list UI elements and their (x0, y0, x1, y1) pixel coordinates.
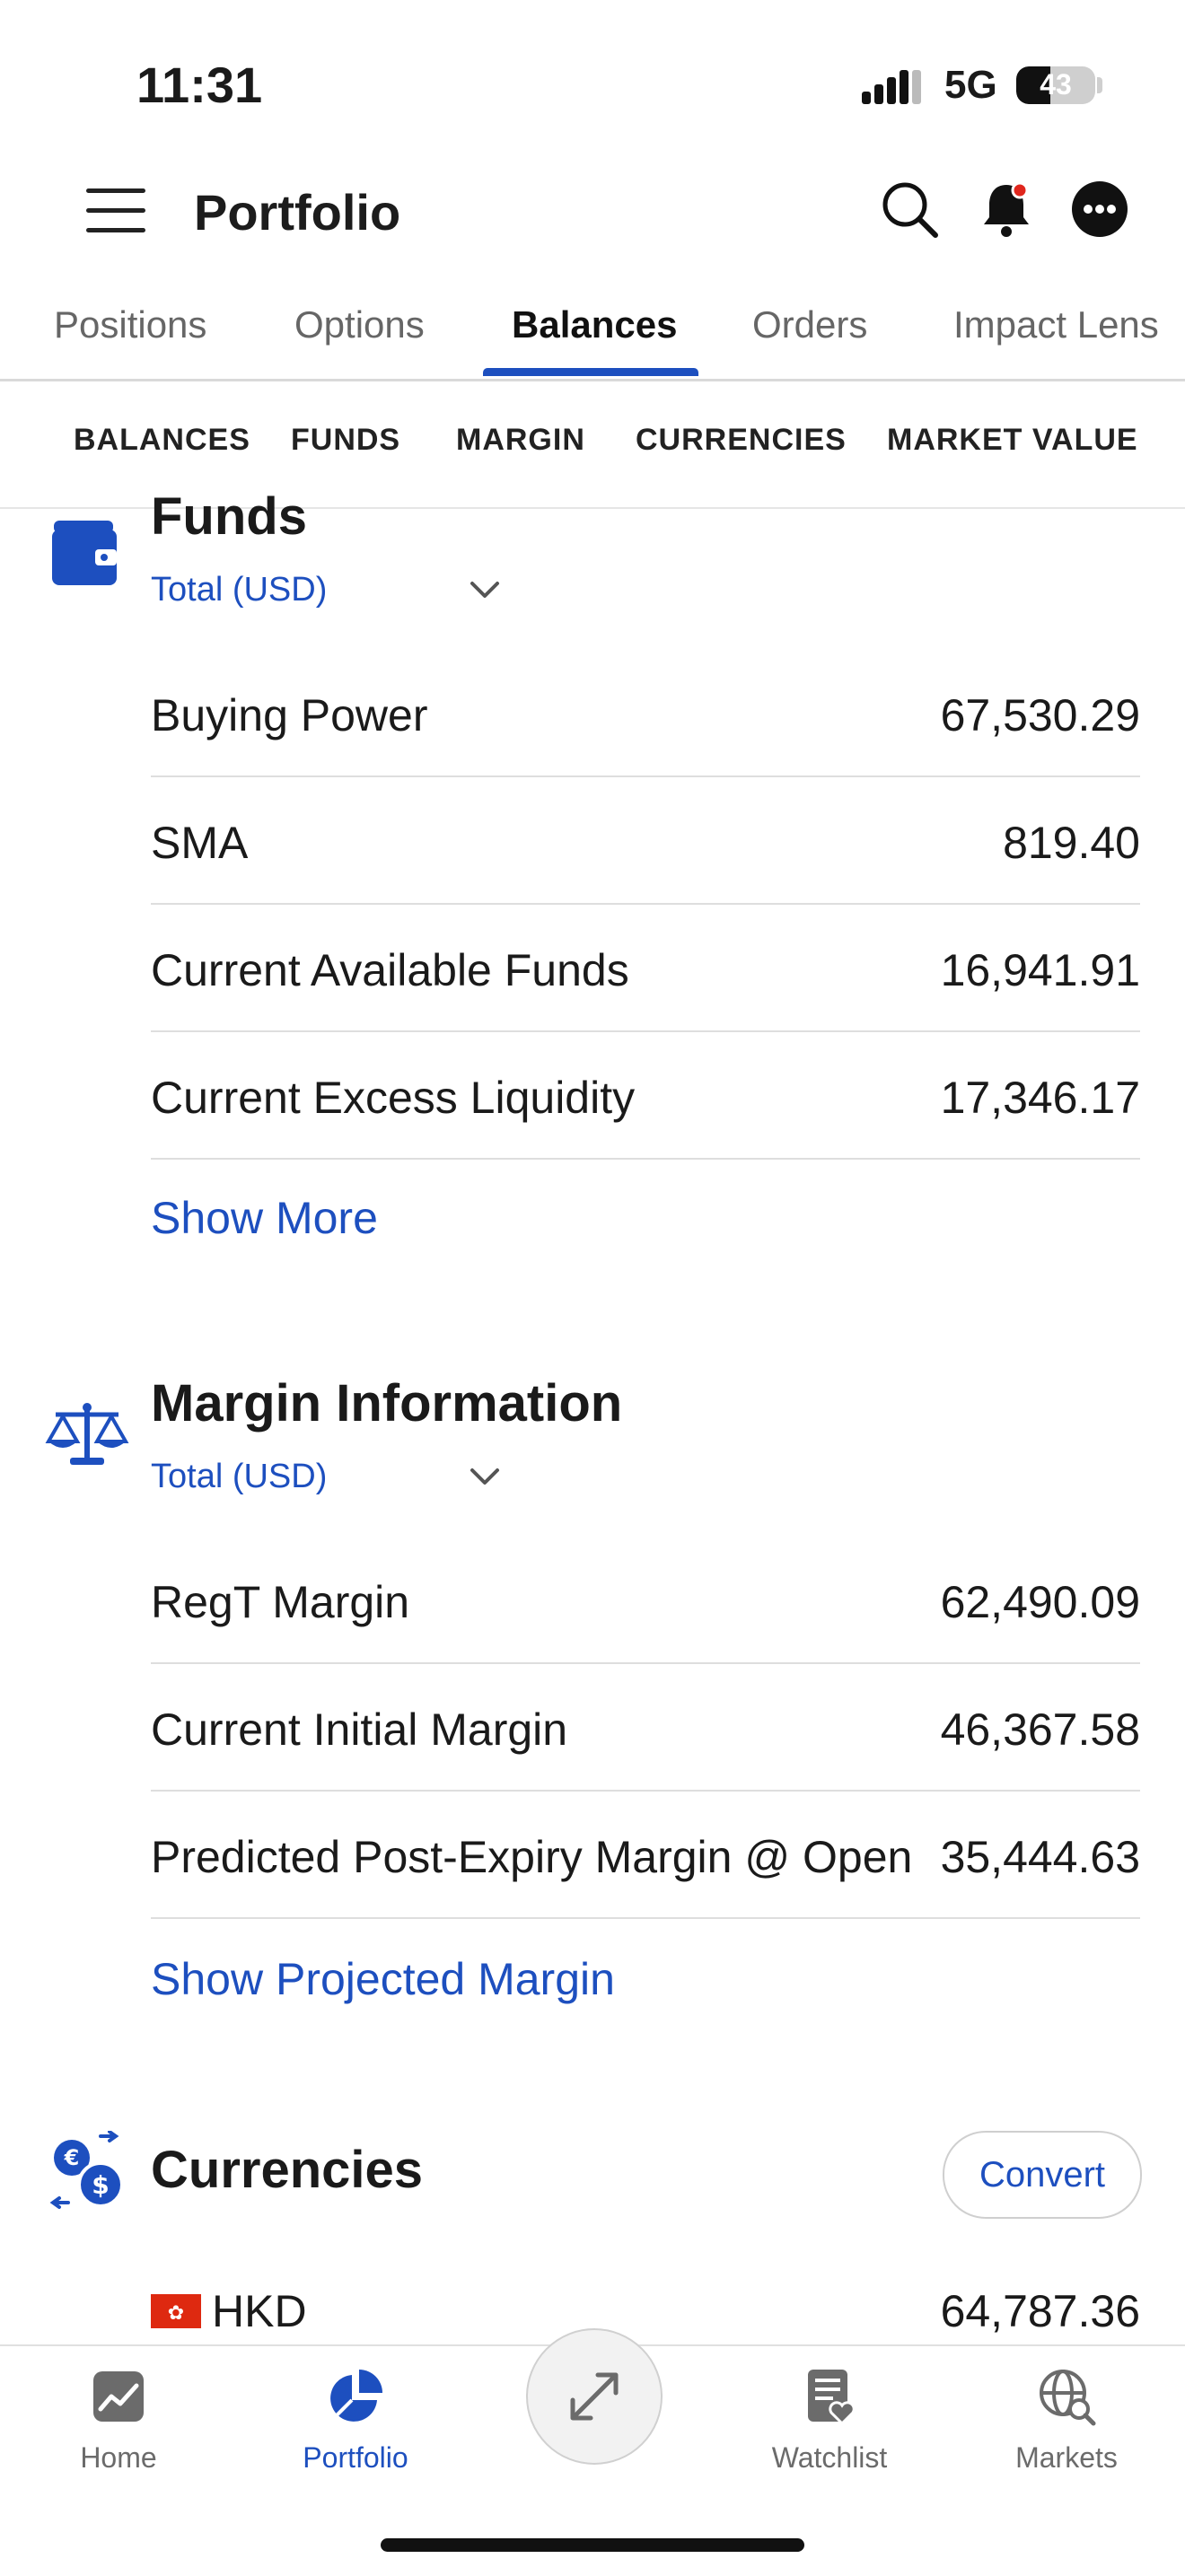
tab-options[interactable]: Options (294, 303, 425, 346)
subtabs-cover (0, 381, 1185, 507)
currency-exchange-icon: € $ (49, 2131, 124, 2209)
nav-markets[interactable]: Markets (977, 2364, 1156, 2475)
show-more-link[interactable]: Show More (151, 1192, 378, 1244)
currency-code: HKD (212, 2286, 307, 2336)
funds-row: Current Available Funds 16,941.91 (151, 903, 1140, 1032)
scale-balance-icon (45, 1403, 129, 1465)
nav-home-label: Home (80, 2441, 157, 2474)
row-value: 62,490.09 (940, 1577, 1140, 1627)
margin-currency-selector[interactable]: Total (USD) (151, 1458, 327, 1496)
portfolio-tabs: Positions Options Balances Orders Impact… (0, 296, 1185, 381)
row-value: 35,444.63 (940, 1832, 1140, 1882)
globe-search-icon (1040, 2370, 1096, 2426)
funds-row: Buying Power 67,530.29 (151, 648, 1140, 777)
tab-impact-lens[interactable]: Impact Lens (953, 303, 1159, 346)
row-label: Buying Power (151, 690, 428, 740)
home-chart-icon (93, 2371, 144, 2422)
svg-text:€: € (64, 2145, 80, 2170)
tab-balances[interactable]: Balances (512, 303, 677, 346)
row-label: RegT Margin (151, 1577, 410, 1627)
svg-text:$: $ (92, 2170, 109, 2200)
nav-portfolio[interactable]: Portfolio (266, 2364, 445, 2475)
hong-kong-flag-icon: ✿ (151, 2294, 201, 2328)
margin-section-title: Margin Information (151, 1374, 623, 1433)
active-tab-indicator (483, 368, 698, 376)
watchlist-icon (808, 2370, 856, 2426)
status-time: 11:31 (136, 57, 263, 113)
network-type: 5G (944, 63, 997, 107)
nav-home[interactable]: Home (29, 2364, 208, 2475)
show-projected-margin-link[interactable]: Show Projected Margin (151, 1953, 615, 2005)
expand-arrows-icon (570, 2372, 619, 2421)
row-value: 17,346.17 (940, 1073, 1140, 1123)
hamburger-menu-icon[interactable] (86, 188, 145, 233)
row-value: 819.40 (1003, 818, 1140, 868)
battery-icon: 43 (1016, 66, 1095, 104)
cellular-signal-icon (862, 70, 921, 104)
nav-markets-label: Markets (1015, 2441, 1118, 2474)
nav-watchlist-label: Watchlist (771, 2441, 888, 2474)
battery-tip (1097, 77, 1102, 93)
funds-chevron-down-icon[interactable] (467, 573, 503, 609)
pie-chart-icon (330, 2370, 382, 2422)
row-value: 46,367.58 (940, 1704, 1140, 1755)
row-label: Predicted Post-Expiry Margin @ Open (151, 1832, 913, 1882)
svg-text:✿: ✿ (168, 2302, 184, 2325)
more-options-icon[interactable] (1068, 178, 1131, 241)
row-label: Current Excess Liquidity (151, 1073, 636, 1123)
tab-positions[interactable]: Positions (54, 303, 206, 346)
margin-row: Current Initial Margin 46,367.58 (151, 1662, 1140, 1792)
convert-button[interactable]: Convert (943, 2131, 1142, 2219)
currencies-section-title: Currencies (151, 2141, 424, 2199)
expand-trade-button[interactable] (526, 2328, 663, 2465)
funds-row: SMA 819.40 (151, 775, 1140, 905)
margin-row: RegT Margin 62,490.09 (151, 1535, 1140, 1664)
nav-watchlist[interactable]: Watchlist (740, 2364, 919, 2475)
row-value: 16,941.91 (940, 945, 1140, 995)
battery-level: 43 (1040, 68, 1072, 101)
nav-portfolio-label: Portfolio (303, 2441, 408, 2474)
row-label: SMA (151, 818, 249, 868)
funds-currency-selector[interactable]: Total (USD) (151, 571, 327, 609)
row-label: Current Initial Margin (151, 1704, 568, 1755)
currency-value: 64,787.36 (940, 2286, 1140, 2336)
search-icon[interactable] (878, 178, 941, 241)
wallet-icon (52, 521, 117, 585)
notification-bell-icon[interactable] (975, 178, 1038, 241)
margin-chevron-down-icon[interactable] (467, 1459, 503, 1495)
page-title: Portfolio (194, 184, 401, 241)
home-indicator (381, 2538, 804, 2552)
funds-row: Current Excess Liquidity 17,346.17 (151, 1030, 1140, 1160)
row-label: Current Available Funds (151, 945, 629, 995)
row-value: 67,530.29 (940, 690, 1140, 740)
margin-row: Predicted Post-Expiry Margin @ Open 35,44… (151, 1790, 1140, 1919)
tab-orders[interactable]: Orders (752, 303, 867, 346)
